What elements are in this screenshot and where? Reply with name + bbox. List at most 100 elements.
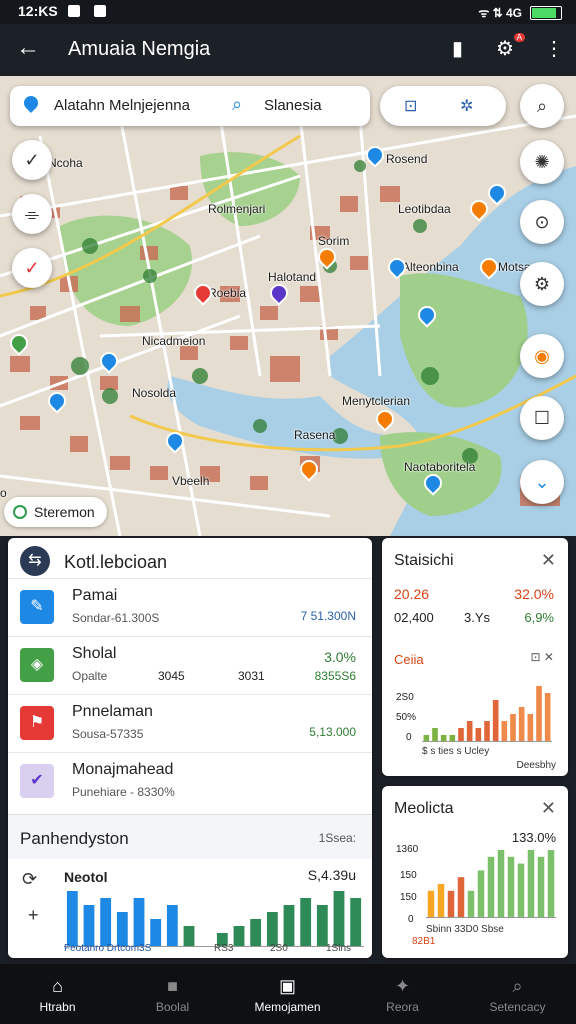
close-icon[interactable]: ✕ xyxy=(541,550,556,571)
map-label: Roebia xyxy=(208,286,247,300)
x-labels: $ s ties s Ucley xyxy=(422,746,490,757)
chart-bar xyxy=(350,898,362,947)
chart-bar xyxy=(233,926,245,947)
chart-bar xyxy=(467,890,475,918)
more-icon[interactable]: ⋮ xyxy=(544,36,564,61)
chart-bar xyxy=(133,898,145,947)
checklist-button[interactable]: ✓ xyxy=(12,248,52,288)
map-label: Leotibdaa xyxy=(398,202,451,216)
status-time: 12:KS xyxy=(18,3,58,19)
chart-footer: Deesbhy xyxy=(516,760,556,771)
map-label: Sorim xyxy=(318,234,350,248)
chart-bar xyxy=(116,912,128,947)
search-bar[interactable]: Alatahn Melnjejenna ⌕ Slanesia xyxy=(10,86,370,126)
list-item-sub: Punehiare - 8330% xyxy=(72,785,175,799)
chart-bar xyxy=(544,693,551,742)
tab-setencacy[interactable]: ⌕ Setencacy xyxy=(460,964,575,1024)
list-item[interactable]: ◈ Sholal Opalte 3045 3031 3.0% 8355S6 xyxy=(8,636,372,693)
chart-tick: 1Slns xyxy=(326,943,352,954)
stat-value: 3.Ys xyxy=(464,610,491,625)
x-labels: Sbinn 33D0 Sbse xyxy=(426,924,504,935)
chart-bar xyxy=(507,856,515,918)
summary-title: Panhendyston xyxy=(20,829,129,848)
metrics-value: 133.0% xyxy=(511,830,556,845)
refresh-icon[interactable]: ⟳ xyxy=(22,869,37,890)
compass-icon[interactable]: ✺ xyxy=(520,140,564,184)
chart-bar xyxy=(527,850,535,918)
tab-label: Memojamen xyxy=(254,1000,321,1014)
search-icon: ⌕ xyxy=(512,976,523,996)
cog-icon[interactable]: ⚙ xyxy=(520,262,564,306)
chart-bar xyxy=(457,877,465,918)
chart-bar xyxy=(437,884,445,918)
chart-bar xyxy=(283,905,295,947)
chart-title: Neotol xyxy=(64,869,108,885)
list-item-value: 8355S6 xyxy=(314,669,356,683)
chart-footer: 82B1 xyxy=(412,936,436,947)
filter-button[interactable]: ⌯ xyxy=(12,194,52,234)
map-label: Alteonbina xyxy=(402,260,459,274)
check-button[interactable]: ✓ xyxy=(12,140,52,180)
pencil-icon: ✎ xyxy=(20,590,54,624)
locate-icon[interactable]: ⊙ xyxy=(520,200,564,244)
notification-bell-icon[interactable]: ⚙ xyxy=(496,36,514,61)
chart-bar xyxy=(536,686,542,742)
tab-boolal[interactable]: ■ Boolal xyxy=(115,964,230,1024)
summary-link[interactable]: 1Ssea: xyxy=(319,831,356,845)
y-tick: 0 xyxy=(408,914,414,925)
location-field[interactable]: Alatahn Melnjejenna xyxy=(54,97,190,114)
summary-section: Panhendyston 1Ssea: ⟳ + Neotol S,4.39u F… xyxy=(8,814,372,958)
back-button[interactable]: ← xyxy=(16,34,40,62)
add-icon[interactable]: + xyxy=(28,905,39,926)
list-item[interactable]: ✔ Monajmahead Punehiare - 8330% xyxy=(8,752,372,809)
chart-bar xyxy=(518,707,525,742)
tab-memojamen[interactable]: ▣ Memojamen xyxy=(230,964,345,1024)
bookmark-icon[interactable]: ▮ xyxy=(452,36,463,61)
stat-value: 02,400 xyxy=(394,610,434,625)
chart-legend: Feotanro Drtcom3S xyxy=(64,943,152,954)
stat-value: 6,9% xyxy=(524,610,554,625)
tab-reora[interactable]: ✦ Reora xyxy=(345,964,460,1024)
y-tick: 0 xyxy=(406,732,412,743)
y-tick: 2S0 xyxy=(396,692,414,703)
map-label: Vbeelh xyxy=(172,474,210,488)
chart-bar xyxy=(492,700,499,742)
chart-bar xyxy=(475,728,482,742)
tab-label: Htrabn xyxy=(39,1000,76,1014)
expand-button[interactable]: ⌄ xyxy=(520,460,564,504)
expand-icon[interactable]: ⊡ ✕ xyxy=(531,650,554,664)
page-title: Amuaia Nemgia xyxy=(68,38,211,60)
search-input[interactable]: Slanesia xyxy=(264,97,322,114)
search-icon[interactable]: ⌕ xyxy=(232,94,242,115)
close-icon[interactable]: ✕ xyxy=(541,798,556,819)
list-item[interactable]: ✎ Pamai Sondar-61.300S 7 51.300N xyxy=(8,578,372,635)
chart-bar xyxy=(183,926,195,947)
list-item-title: Monajmahead xyxy=(72,761,174,778)
square-button[interactable]: ☐ xyxy=(520,396,564,440)
directions-icon[interactable]: ✲ xyxy=(460,96,473,116)
chart-bar xyxy=(510,714,516,742)
station-chip[interactable]: Steremon xyxy=(4,497,107,527)
layers-icon[interactable]: ⊡ xyxy=(404,96,417,116)
list-item-value: 3.0% xyxy=(324,649,356,665)
list-item-title: Pnnelaman xyxy=(72,703,153,720)
map-label: Naotaboritela xyxy=(404,460,476,474)
battery-icon xyxy=(530,5,562,20)
notification-badge: A xyxy=(513,33,525,42)
list-item[interactable]: ⚑ Pnnelaman Sousa-57335 5,13.000 xyxy=(8,694,372,751)
search-button[interactable]: ⌕ xyxy=(520,84,564,128)
chart-bar xyxy=(300,898,312,947)
metrics-panel: Meolicta ✕ 133.0% 1360 150 150 0 Sbinn 3… xyxy=(382,786,568,958)
map-view[interactable]: Ncoha Rosend Rolmenjari Leotibdaa Sorim … xyxy=(0,76,576,536)
chart-value: S,4.39u xyxy=(307,867,356,883)
record-button[interactable]: ◉ xyxy=(520,334,564,378)
map-tools: ⊡ ✲ xyxy=(380,86,506,126)
tab-home[interactable]: ⌂ Htrabn xyxy=(0,964,115,1024)
map-label: Rolmenjari xyxy=(208,202,266,216)
chart-bar xyxy=(66,891,78,947)
list-header: Kotl.lebcioan xyxy=(64,552,168,572)
chart-bar xyxy=(447,890,455,918)
list-item-sub: Opalte xyxy=(72,669,108,683)
chart-bar xyxy=(440,735,447,742)
chart-bar xyxy=(150,919,162,947)
